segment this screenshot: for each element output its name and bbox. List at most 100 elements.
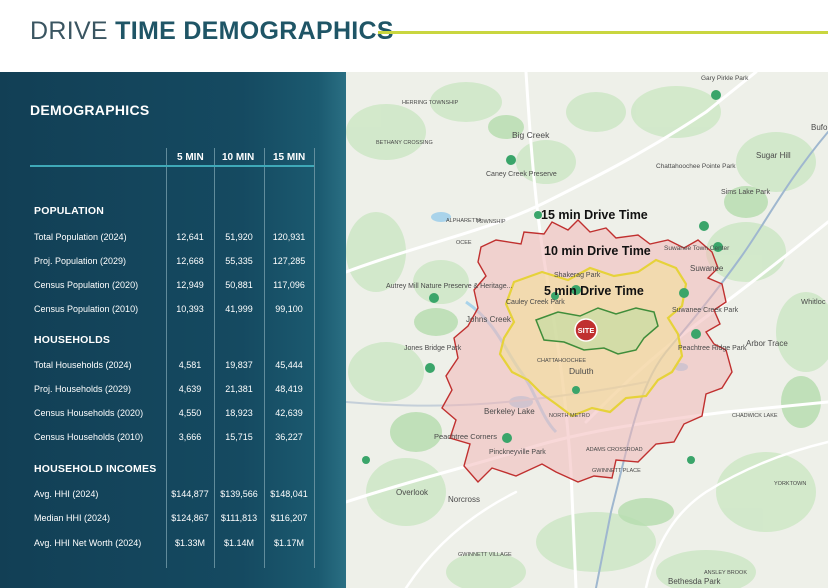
map-label: OCEE <box>456 240 472 246</box>
map-label: Duluth <box>569 366 594 376</box>
table-cell: 10,393 <box>176 304 204 314</box>
table-cell: $1.14M <box>223 538 255 548</box>
table-cell: 4,550 <box>178 408 202 418</box>
table-cell: $1.33M <box>174 538 206 548</box>
column-header-5min: 5 MIN <box>177 152 204 163</box>
row-label: Census Households (2020) <box>34 408 144 418</box>
table-cell: $148,041 <box>270 489 308 499</box>
map-label: CHATTAHOOCHEE <box>537 358 586 364</box>
table-cell: 45,444 <box>275 360 303 370</box>
table-cell: 12,641 <box>176 232 204 242</box>
map-label: Autrey Mill Nature Preserve & Heritage..… <box>386 283 512 290</box>
map-label: Sugar Hill <box>756 151 791 160</box>
map-label: Suwanee <box>690 264 724 273</box>
table-cell: 42,639 <box>275 408 303 418</box>
column-divider <box>166 148 167 568</box>
row-label: Median HHI (2024) <box>34 513 111 523</box>
map-label: Bufo <box>811 123 828 132</box>
map-label: Bethesda Park <box>668 577 721 586</box>
map-label: ANSLEY BROOK <box>704 570 747 576</box>
table-cell: 4,581 <box>178 360 202 370</box>
table-cell: $1.17M <box>273 538 305 548</box>
map-label: Peachtree Ridge Park <box>678 345 747 352</box>
map-label: Caney Creek Preserve <box>486 171 557 178</box>
map-label: Peachtree Corners <box>434 432 497 441</box>
table-cell: $144,877 <box>171 489 209 499</box>
section-title: POPULATION <box>34 205 105 217</box>
site-label: SITE <box>578 326 595 335</box>
panel-title: DEMOGRAPHICS <box>30 102 150 118</box>
table-cell: 41,999 <box>225 304 253 314</box>
table-cell: 55,335 <box>225 256 253 266</box>
map-label: Whitloc Farms <box>801 297 828 306</box>
map-label: Big Creek <box>512 130 550 140</box>
map-label: Norcross <box>448 495 480 504</box>
table-cell: $116,207 <box>270 513 308 523</box>
column-header-15min: 15 MIN <box>273 152 306 163</box>
table-cell: 12,668 <box>176 256 204 266</box>
page-title-bold: TIME DEMOGRAPHICS <box>115 17 394 45</box>
table-cell: 21,381 <box>225 384 253 394</box>
map-label: TOWNSHIP <box>476 219 506 225</box>
map-label: CHADWICK LAKE <box>732 413 778 419</box>
row-label: Proj. Population (2029) <box>34 256 127 266</box>
table-cell: 51,920 <box>225 232 253 242</box>
table-cell: 4,639 <box>178 384 202 394</box>
map-label: Overlook <box>396 488 429 497</box>
demographics-panel: DEMOGRAPHICS <box>0 72 346 588</box>
table-cell: 50,881 <box>225 280 253 290</box>
page-title-light: DRIVE <box>30 17 116 45</box>
title-accent-rule <box>378 31 828 34</box>
map-label: Suwanee Town Center <box>664 245 730 252</box>
row-label: Total Households (2024) <box>34 360 132 370</box>
column-divider <box>314 148 315 568</box>
table-cell: 15,715 <box>225 432 253 442</box>
row-label: Census Population (2020) <box>34 280 139 290</box>
row-label: Avg. HHI (2024) <box>34 489 99 499</box>
map-label: Arbor Trace <box>746 339 788 348</box>
drive-time-map[interactable]: SITE 15 min Drive Time 10 min Drive Time… <box>346 72 828 588</box>
column-header-10min: 10 MIN <box>222 152 255 163</box>
row-label: Census Households (2010) <box>34 432 144 442</box>
drive-time-label-10min: 10 min Drive Time <box>544 244 651 258</box>
map-label: GWINNETT VILLAGE <box>458 552 512 558</box>
map-label: ADAMS CROSSROAD <box>586 447 643 453</box>
section-title: HOUSEHOLDS <box>34 334 111 346</box>
map-label: GWINNETT PLACE <box>592 468 641 474</box>
map-label: Pinckneyville Park <box>489 449 546 456</box>
section-title: HOUSEHOLD INCOMES <box>34 463 157 475</box>
row-label: Total Population (2024) <box>34 232 127 242</box>
table-cell: $111,813 <box>220 513 258 523</box>
map-label: Cauley Creek Park <box>506 299 565 306</box>
row-label: Proj. Households (2029) <box>34 384 132 394</box>
header: DRIVE TIME DEMOGRAPHICS <box>0 0 828 72</box>
map-label: YORKTOWN <box>774 481 806 487</box>
page-title: DRIVE TIME DEMOGRAPHICS <box>30 17 394 46</box>
table-cell: 127,285 <box>272 256 306 266</box>
table-cell: $139,566 <box>220 489 258 499</box>
column-divider <box>264 148 265 568</box>
map-label: Berkeley Lake <box>484 407 535 416</box>
map-label: Sims Lake Park <box>721 189 771 196</box>
table-cell: 18,923 <box>225 408 253 418</box>
table-cell: 3,666 <box>178 432 202 442</box>
map-label: Johns Creek <box>466 315 512 324</box>
map-label: Gary Pirkle Park <box>701 75 749 82</box>
map-label: Chattahoochee Pointe Park <box>656 163 736 170</box>
drive-time-label-15min: 15 min Drive Time <box>541 208 648 222</box>
map-label: BETHANY CROSSING <box>376 140 433 146</box>
table-cell: 99,100 <box>275 304 303 314</box>
map-label: Suwanee Creek Park <box>672 307 739 314</box>
table-cell: $124,867 <box>171 513 209 523</box>
map-label: Shakerag Park <box>554 272 601 279</box>
row-label: Census Population (2010) <box>34 304 139 314</box>
map-label: HERRING TOWNSHIP <box>402 100 459 106</box>
table-cell: 19,837 <box>225 360 253 370</box>
table-cell: 48,419 <box>275 384 303 394</box>
table-cell: 12,949 <box>176 280 204 290</box>
column-divider <box>214 148 215 568</box>
table-header-rule <box>30 165 314 167</box>
drive-time-label-5min: 5 min Drive Time <box>544 284 644 298</box>
row-label: Avg. HHI Net Worth (2024) <box>34 538 142 548</box>
map-label: NORTH METRO <box>549 413 591 419</box>
